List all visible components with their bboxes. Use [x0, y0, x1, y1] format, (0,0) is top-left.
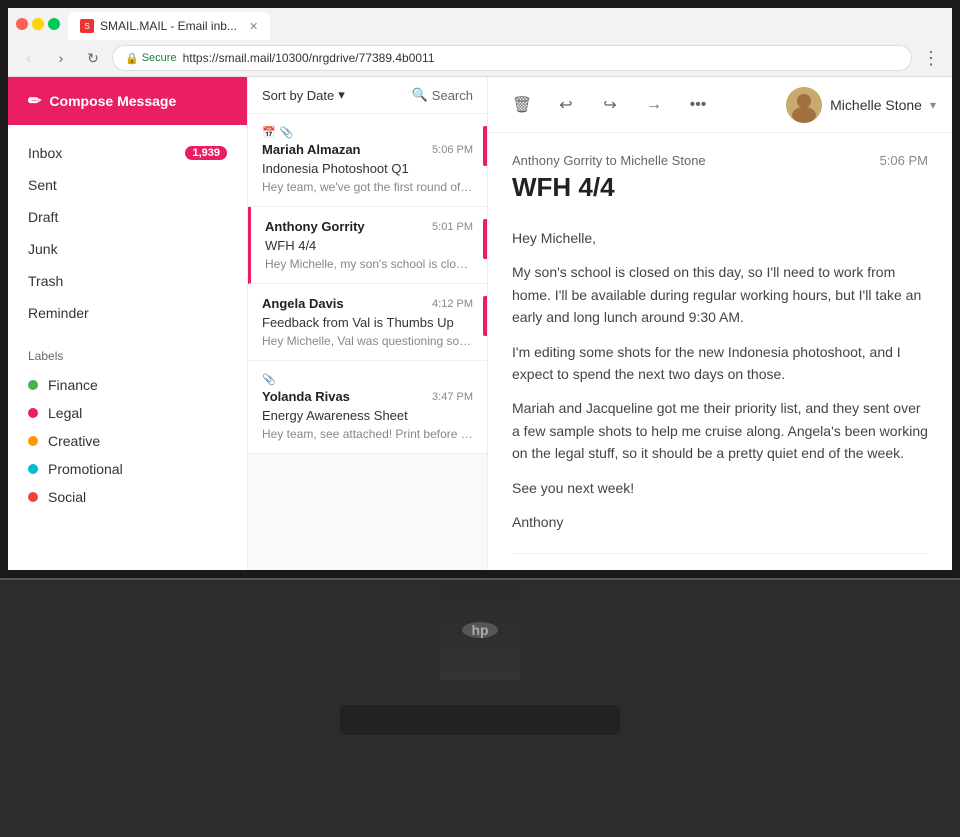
- sidebar-item-sent[interactable]: Sent: [8, 169, 247, 201]
- labels-section: Labels Finance Legal Creative: [8, 341, 247, 519]
- back-button[interactable]: ‹: [16, 45, 42, 71]
- forward-button[interactable]: ›: [48, 45, 74, 71]
- promotional-dot: [28, 464, 38, 474]
- email-time: 5:06 PM: [880, 153, 928, 168]
- email-item-2[interactable]: Angela Davis 4:12 PM Feedback from Val i…: [248, 284, 487, 361]
- email-item-0-preview: Hey team, we've got the first round of s…: [262, 180, 473, 194]
- email-item-0-subject: Indonesia Photoshoot Q1: [262, 161, 473, 176]
- email-item-3[interactable]: 📎 Yolanda Rivas 3:47 PM Energy Awareness…: [248, 361, 487, 454]
- email-item-2-preview: Hey Michelle, Val was questioning some o…: [262, 334, 473, 348]
- delete-button[interactable]: 🗑: [504, 87, 540, 123]
- compose-button[interactable]: ✏ Compose Message: [8, 77, 247, 125]
- email-item-1-subject: WFH 4/4: [265, 238, 473, 253]
- email-view-content: Anthony Gorrity to Michelle Stone WFH 4/…: [488, 133, 952, 570]
- sidebar-item-trash[interactable]: Trash: [8, 265, 247, 297]
- label-creative[interactable]: Creative: [28, 427, 227, 455]
- email-item-0-accent: [483, 126, 487, 166]
- email-item-0[interactable]: 📅 📎 Mariah Almazan 5:06 PM Indonesia Pho…: [248, 114, 487, 207]
- email-item-1-preview: Hey Michelle, my son's school is closed …: [265, 257, 473, 271]
- app-toolbar: 🗑 ↩ ↪ → ••• Michell: [488, 77, 952, 133]
- address-bar[interactable]: 🔒 Secure https://smail.mail/10300/nrgdri…: [112, 45, 912, 71]
- secure-indicator: 🔒 Secure: [125, 52, 177, 65]
- body-p1: My son's school is closed on this day, s…: [512, 261, 928, 328]
- minimize-button[interactable]: [32, 18, 44, 30]
- sort-button[interactable]: Sort by Date ▾: [262, 87, 345, 103]
- browser-menu-button[interactable]: ⋮: [918, 44, 944, 73]
- body-greeting: Hey Michelle,: [512, 227, 928, 249]
- email-from: Anthony Gorrity to Michelle Stone: [512, 153, 706, 168]
- maximize-button[interactable]: [48, 18, 60, 30]
- label-social[interactable]: Social: [28, 483, 227, 511]
- email-view: 🗑 ↩ ↪ → ••• Michell: [488, 77, 952, 570]
- body-p4: See you next week!: [512, 477, 928, 499]
- sidebar-item-draft[interactable]: Draft: [8, 201, 247, 233]
- tab-close-button[interactable]: ✕: [249, 20, 258, 33]
- email-item-3-preview: Hey team, see attached! Print before our…: [262, 427, 473, 441]
- email-list-panel: Sort by Date ▾ 🔍 Search 📅: [248, 77, 488, 570]
- email-body: Hey Michelle, My son's school is closed …: [512, 227, 928, 533]
- email-items: 📅 📎 Mariah Almazan 5:06 PM Indonesia Pho…: [248, 114, 487, 570]
- browser-toolbar: ‹ › ↻ 🔒 Secure https://smail.mail/10300/…: [8, 40, 952, 76]
- label-promotional[interactable]: Promotional: [28, 455, 227, 483]
- email-subject: WFH 4/4: [512, 172, 706, 203]
- email-item-0-icons: 📅 📎: [262, 126, 473, 139]
- email-item-2-header: Angela Davis 4:12 PM: [262, 296, 473, 311]
- labels-title: Labels: [28, 349, 227, 363]
- sidebar-nav: Inbox 1,939 Sent Draft Junk: [8, 125, 247, 341]
- sidebar-item-junk[interactable]: Junk: [8, 233, 247, 265]
- browser-tab[interactable]: S SMAIL.MAIL - Email inb... ✕: [68, 12, 270, 40]
- attachment-icon: 📎: [280, 126, 294, 139]
- sidebar: ✏ Compose Message Inbox 1,939 Sent Draft: [8, 77, 248, 570]
- email-item-3-icons: 📎: [262, 373, 473, 386]
- body-p3: Mariah and Jacqueline got me their prior…: [512, 397, 928, 464]
- window-controls: [16, 18, 60, 30]
- tab-title: SMAIL.MAIL - Email inb...: [100, 19, 237, 33]
- email-item-3-subject: Energy Awareness Sheet: [262, 408, 473, 423]
- body-sign: Anthony: [512, 511, 928, 533]
- email-item-3-header: Yolanda Rivas 3:47 PM: [262, 389, 473, 404]
- sidebar-item-reminder[interactable]: Reminder: [8, 297, 247, 329]
- sidebar-item-inbox[interactable]: Inbox 1,939: [8, 137, 247, 169]
- close-button[interactable]: [16, 18, 28, 30]
- more-options-button[interactable]: •••: [680, 87, 716, 123]
- user-dropdown-icon[interactable]: ▾: [930, 98, 936, 112]
- calendar-icon: 📅: [262, 126, 276, 139]
- label-finance[interactable]: Finance: [28, 371, 227, 399]
- undo-button[interactable]: ↩: [548, 87, 584, 123]
- email-item-2-accent: [483, 296, 487, 336]
- compose-icon: ✏: [28, 91, 41, 111]
- attachment-icon-2: 📎: [262, 373, 276, 386]
- search-icon: 🔍: [412, 87, 428, 103]
- reload-button[interactable]: ↻: [80, 45, 106, 71]
- url-display: https://smail.mail/10300/nrgdrive/77389.…: [183, 51, 435, 65]
- email-item-2-subject: Feedback from Val is Thumbs Up: [262, 315, 473, 330]
- finance-dot: [28, 380, 38, 390]
- user-name: Michelle Stone: [830, 97, 922, 113]
- email-item-1[interactable]: Anthony Gorrity 5:01 PM WFH 4/4 Hey Mich…: [248, 207, 487, 284]
- email-list-header: Sort by Date ▾ 🔍 Search: [248, 77, 487, 114]
- social-dot: [28, 492, 38, 502]
- redo-button[interactable]: ↪: [592, 87, 628, 123]
- svg-text:hp: hp: [471, 622, 488, 638]
- email-detail-header: Anthony Gorrity to Michelle Stone WFH 4/…: [512, 153, 928, 219]
- legal-dot: [28, 408, 38, 418]
- email-item-1-accent: [483, 219, 487, 259]
- label-legal[interactable]: Legal: [28, 399, 227, 427]
- inbox-badge: 1,939: [185, 146, 227, 160]
- creative-dot: [28, 436, 38, 446]
- email-item-0-header: Mariah Almazan 5:06 PM: [262, 142, 473, 157]
- avatar: [786, 87, 822, 123]
- tab-favicon: S: [80, 19, 94, 33]
- search-button[interactable]: 🔍 Search: [412, 87, 473, 103]
- email-divider: [512, 553, 928, 554]
- forward-button[interactable]: →: [636, 87, 672, 123]
- body-p2: I'm editing some shots for the new Indon…: [512, 341, 928, 386]
- email-item-1-header: Anthony Gorrity 5:01 PM: [265, 219, 473, 234]
